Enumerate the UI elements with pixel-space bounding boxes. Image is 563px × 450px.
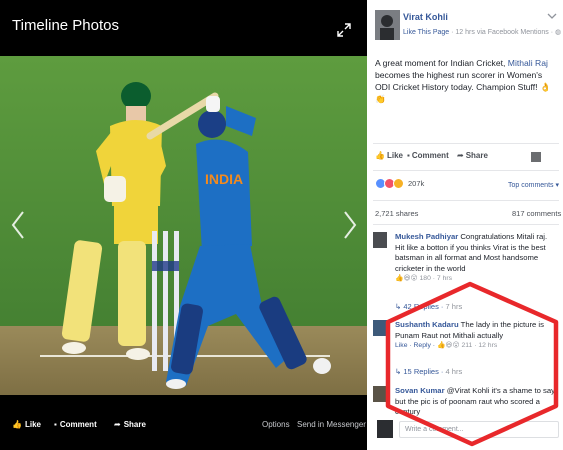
post-meta-time: · 12 hrs via Facebook Mentions · bbox=[451, 29, 554, 36]
post-comment-button[interactable]: ▪ Comment bbox=[407, 151, 449, 160]
comment-icon: ▪ bbox=[407, 151, 410, 160]
comment-likes: 211 bbox=[461, 342, 473, 349]
globe-icon: ◍ bbox=[555, 29, 562, 36]
post-text: A great moment for Indian Cricket, Mitha… bbox=[375, 57, 559, 105]
comment-body: Sushanth Kadaru The lady in the picture … bbox=[395, 320, 557, 352]
post-author-name[interactable]: Virat Kohli bbox=[403, 12, 448, 22]
comment-icon: ▪ bbox=[54, 420, 57, 429]
share-arrow-icon: ➦ bbox=[114, 420, 121, 429]
chevron-right-icon[interactable] bbox=[342, 210, 358, 240]
replies-count: 15 Replies bbox=[403, 367, 439, 376]
top-comments-dropdown[interactable]: Top comments ▾ bbox=[508, 181, 559, 189]
commenter-avatar[interactable] bbox=[373, 386, 387, 402]
comment-like-reply-links[interactable]: Like · Reply · bbox=[395, 342, 435, 349]
comment-actions: Like · Reply · 👍😆😮 211 · 12 hrs bbox=[395, 342, 498, 349]
divider bbox=[373, 200, 559, 201]
post-share-button[interactable]: ➦ Share bbox=[457, 151, 488, 160]
like-this-page-link[interactable]: Like This Page bbox=[403, 29, 449, 36]
expand-icon[interactable] bbox=[336, 22, 352, 38]
comment-input[interactable]: Write a comment... bbox=[399, 421, 559, 438]
current-user-avatar bbox=[377, 420, 393, 438]
reactions-count: 207k bbox=[408, 179, 425, 188]
comment-actions: 👍😆😮 180 · 7 hrs bbox=[395, 275, 453, 282]
commenter-name[interactable]: Sushanth Kadaru bbox=[395, 320, 459, 329]
comment-body: Sovan Kumar @Virat Kohli it's a shame to… bbox=[395, 386, 557, 418]
commenter-name[interactable]: Mukesh Padhiyar bbox=[395, 232, 458, 241]
replies-time: 7 hrs bbox=[445, 302, 463, 311]
replies-time: 4 hrs bbox=[445, 367, 463, 376]
comment-time: 12 hrs bbox=[478, 342, 498, 349]
viewer-title: Timeline Photos bbox=[12, 17, 119, 34]
viewer-action-bar: 👍 Like ▪ Comment ➦ Share Options Send in… bbox=[0, 408, 367, 442]
commenter-avatar[interactable] bbox=[373, 320, 387, 336]
reaction-icons: 👍😆😮 bbox=[395, 275, 418, 282]
post-text-part1: A great moment for Indian Cricket, bbox=[375, 58, 506, 68]
share-arrow-icon: ➦ bbox=[457, 151, 464, 160]
write-comment-box: Write a comment... bbox=[375, 418, 561, 442]
thumbs-up-icon: 👍 bbox=[12, 420, 22, 429]
divider bbox=[373, 170, 559, 171]
cricket-photo: INDIA bbox=[0, 56, 367, 395]
viewer-share-button[interactable]: ➦ Share bbox=[114, 420, 146, 429]
viewer-like-label: Like bbox=[24, 420, 41, 429]
divider bbox=[373, 143, 559, 144]
shares-count[interactable]: 2,721 shares bbox=[375, 209, 418, 218]
viewer-options-link[interactable]: Options bbox=[262, 420, 290, 429]
comment-body: Mukesh Padhiyar Congratulations Mitali r… bbox=[395, 232, 557, 285]
viewer-comment-button[interactable]: ▪ Comment bbox=[54, 420, 97, 429]
post-panel: Virat Kohli Like This Page · 12 hrs via … bbox=[367, 0, 563, 450]
wow-reaction-icon bbox=[393, 178, 404, 189]
viewer-share-label: Share bbox=[123, 420, 146, 429]
divider bbox=[373, 224, 559, 225]
post-meta: Like This Page · 12 hrs via Facebook Men… bbox=[403, 28, 561, 36]
jersey-text: INDIA bbox=[205, 171, 243, 187]
thumbs-up-icon: 👍 bbox=[375, 151, 385, 160]
send-in-messenger-link[interactable]: Send in Messenger bbox=[297, 420, 366, 429]
viewer-like-button[interactable]: 👍 Like bbox=[12, 420, 41, 429]
post-share-label: Share bbox=[465, 151, 488, 160]
comments-count[interactable]: 817 comments bbox=[512, 209, 561, 218]
viewer-comment-label: Comment bbox=[59, 420, 97, 429]
post-like-button[interactable]: 👍 Like bbox=[375, 151, 403, 160]
comment-time: 7 hrs bbox=[436, 275, 453, 282]
reply-arrow-icon: ↳ bbox=[395, 367, 402, 376]
author-avatar[interactable] bbox=[375, 10, 400, 40]
replies-count: 42 Replies bbox=[403, 302, 439, 311]
view-replies-link[interactable]: ↳ 15 Replies · 4 hrs bbox=[395, 367, 462, 376]
reactions-summary[interactable]: 207k bbox=[375, 178, 424, 189]
reaction-icons: 👍😆😮 bbox=[436, 342, 460, 349]
comment-likes: 180 bbox=[419, 275, 431, 282]
share-as-avatar[interactable] bbox=[531, 152, 541, 162]
reply-arrow-icon: ↳ bbox=[395, 302, 402, 311]
post-options-caret-icon[interactable] bbox=[547, 12, 557, 20]
view-replies-link[interactable]: ↳ 42 Replies · 7 hrs bbox=[395, 302, 462, 311]
post-comment-label: Comment bbox=[411, 151, 449, 160]
post-like-label: Like bbox=[386, 151, 403, 160]
photo-viewer: Timeline Photos INDIA 👍 Like ▪ Comment ➦… bbox=[0, 0, 367, 450]
commenter-avatar[interactable] bbox=[373, 232, 387, 248]
post-text-part2: becomes the highest run scorer in Women'… bbox=[375, 70, 543, 92]
post-mention-link[interactable]: Mithali Raj bbox=[508, 58, 548, 68]
commenter-name[interactable]: Sovan Kumar bbox=[395, 386, 445, 395]
chevron-left-icon[interactable] bbox=[10, 210, 26, 240]
